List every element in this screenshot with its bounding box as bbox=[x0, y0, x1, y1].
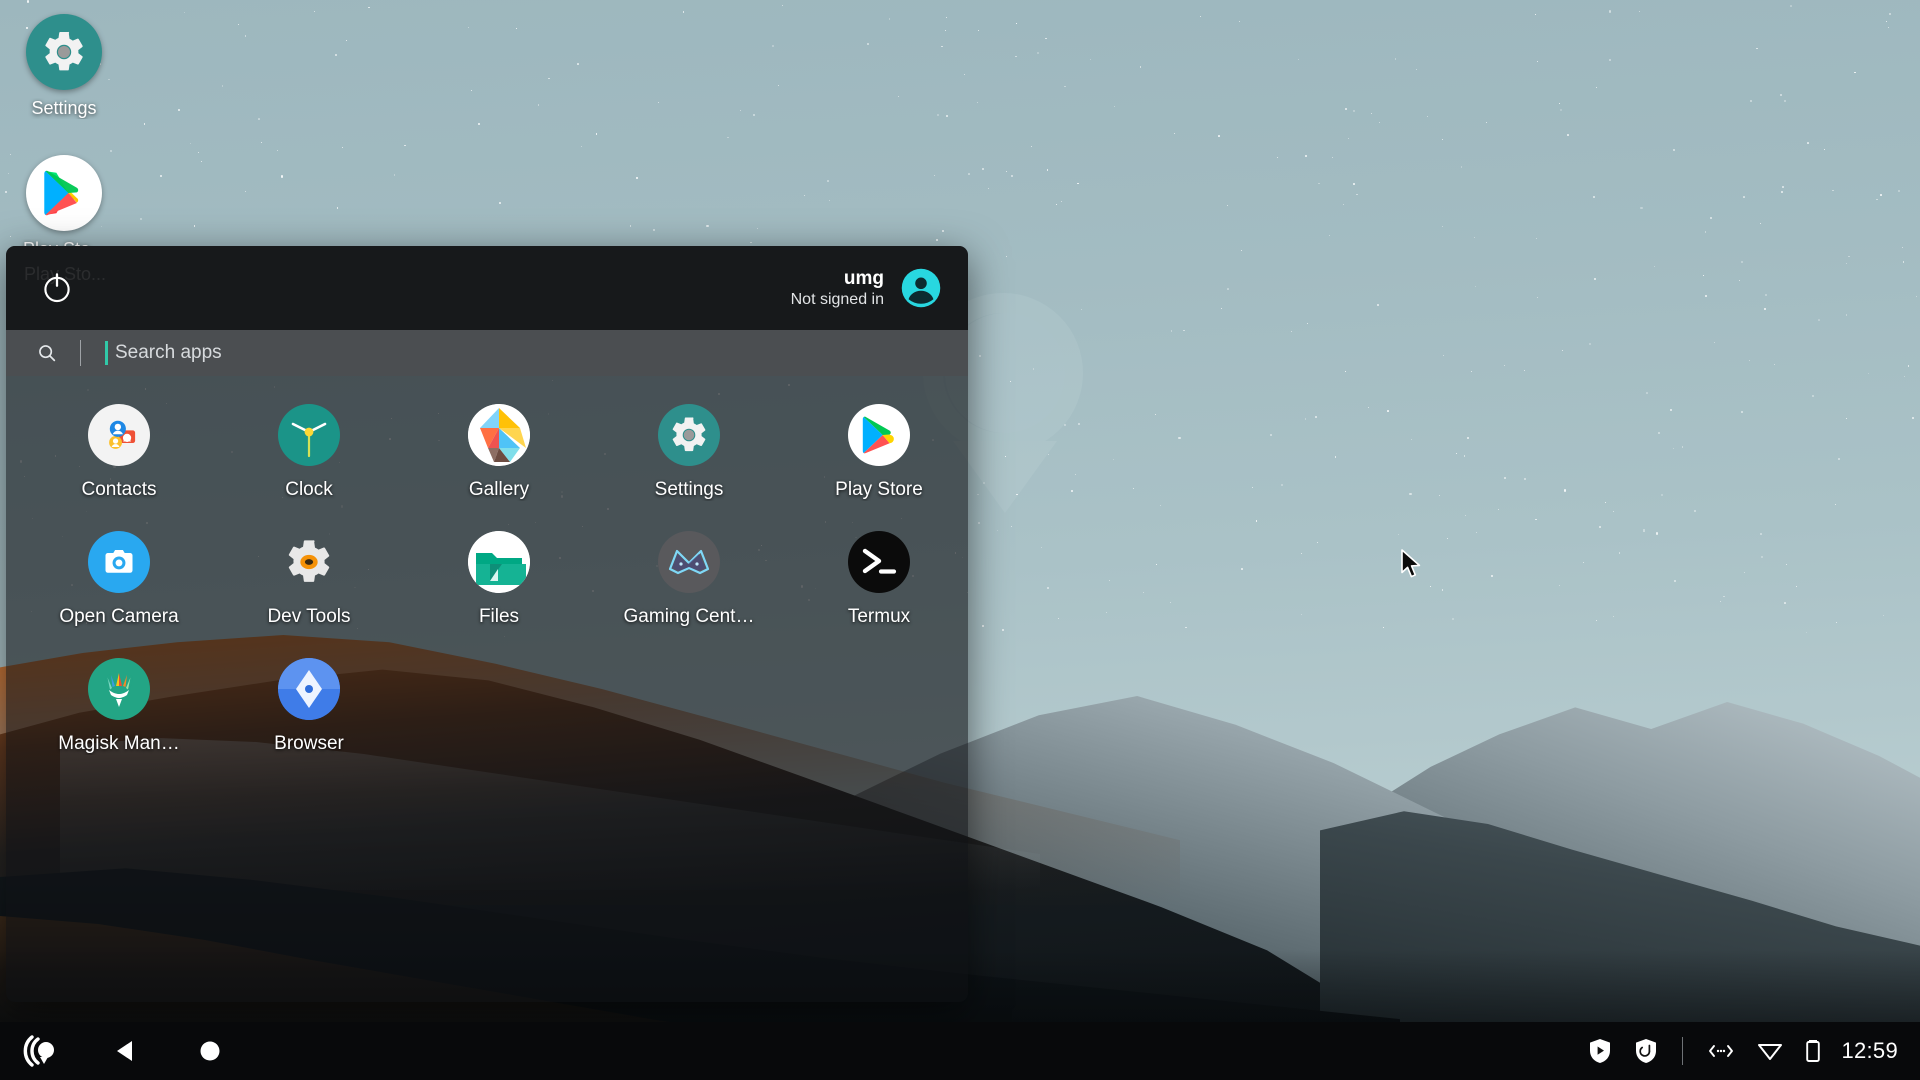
app-item-files[interactable]: Files bbox=[404, 521, 594, 634]
circular-badge-icon[interactable] bbox=[1634, 1038, 1658, 1064]
app-item-termux[interactable]: Termux bbox=[784, 521, 968, 634]
screen: Settings Play Sto... Play Sto... bbox=[0, 0, 1920, 1080]
app-grid: Contacts Clock bbox=[6, 394, 968, 761]
settings-gear-icon bbox=[658, 404, 720, 466]
desktop-icon-label: Settings bbox=[0, 98, 128, 119]
home-circle-icon[interactable] bbox=[186, 1027, 234, 1075]
account-name: umg bbox=[791, 267, 884, 290]
search-input[interactable]: Search apps bbox=[115, 342, 222, 364]
app-label: Clock bbox=[218, 479, 400, 501]
search-bar[interactable]: Search apps bbox=[6, 330, 968, 376]
app-label: Settings bbox=[598, 479, 780, 501]
power-icon[interactable] bbox=[34, 265, 80, 311]
account-avatar-icon[interactable] bbox=[900, 267, 942, 309]
search-divider bbox=[80, 340, 81, 366]
play-store-icon bbox=[26, 155, 102, 231]
app-item-dev-tools[interactable]: Dev Tools bbox=[214, 521, 404, 634]
taskbar-nav-buttons bbox=[18, 1027, 234, 1075]
taskbar-status-area: 12:59 bbox=[1588, 1037, 1898, 1065]
desktop-icon-play-store[interactable]: Play Sto... bbox=[0, 155, 128, 260]
app-label: Open Camera bbox=[28, 606, 210, 628]
settings-gear-icon bbox=[26, 14, 102, 90]
account-status: Not signed in bbox=[791, 290, 884, 310]
app-label: Browser bbox=[218, 733, 400, 755]
desktop-icon-settings[interactable]: Settings bbox=[0, 14, 128, 119]
notification-icons bbox=[1588, 1038, 1658, 1064]
app-label: Gaming Cent… bbox=[598, 606, 780, 628]
back-triangle-icon[interactable] bbox=[102, 1027, 150, 1075]
magisk-mask-icon bbox=[88, 658, 150, 720]
search-icon bbox=[36, 342, 58, 364]
account-text: umg Not signed in bbox=[791, 267, 884, 310]
dev-tools-gear-icon bbox=[278, 531, 340, 593]
app-label: Contacts bbox=[28, 479, 210, 501]
app-item-open-camera[interactable]: Open Camera bbox=[24, 521, 214, 634]
app-item-gaming-center[interactable]: Gaming Cent… bbox=[594, 521, 784, 634]
status-divider bbox=[1682, 1037, 1683, 1065]
play-store-icon bbox=[848, 404, 910, 466]
app-label: Termux bbox=[788, 606, 968, 628]
taskbar: 12:59 bbox=[0, 1022, 1920, 1080]
clock-icon bbox=[278, 404, 340, 466]
gaming-center-icon bbox=[658, 531, 720, 593]
app-item-gallery[interactable]: Gallery bbox=[404, 394, 594, 507]
app-item-clock[interactable]: Clock bbox=[214, 394, 404, 507]
drawer-body: Contacts Clock bbox=[6, 376, 968, 1002]
gallery-icon bbox=[468, 404, 530, 466]
app-item-browser[interactable]: Browser bbox=[214, 648, 404, 761]
app-item-settings[interactable]: Settings bbox=[594, 394, 784, 507]
app-item-play-store[interactable]: Play Store bbox=[784, 394, 968, 507]
drawer-header: Play Sto... umg Not signed in bbox=[6, 246, 968, 330]
termux-terminal-icon bbox=[848, 531, 910, 593]
app-label: Magisk Man… bbox=[28, 733, 210, 755]
account-area[interactable]: umg Not signed in bbox=[791, 267, 942, 310]
app-drawer-panel: Play Sto... umg Not signed in bbox=[6, 246, 968, 1002]
adb-arrows-icon[interactable] bbox=[1707, 1043, 1735, 1059]
shield-play-icon[interactable] bbox=[1588, 1038, 1612, 1064]
system-status-icons bbox=[1707, 1038, 1821, 1064]
app-label: Files bbox=[408, 606, 590, 628]
search-caret bbox=[105, 341, 108, 365]
launcher-logo-icon[interactable] bbox=[18, 1027, 66, 1075]
contacts-icon bbox=[88, 404, 150, 466]
app-item-magisk-manager[interactable]: Magisk Man… bbox=[24, 648, 214, 761]
files-folder-icon bbox=[468, 531, 530, 593]
wifi-icon[interactable] bbox=[1757, 1040, 1783, 1062]
app-label: Play Store bbox=[788, 479, 968, 501]
battery-icon[interactable] bbox=[1805, 1038, 1821, 1064]
app-item-contacts[interactable]: Contacts bbox=[24, 394, 214, 507]
browser-compass-icon bbox=[278, 658, 340, 720]
app-label: Dev Tools bbox=[218, 606, 400, 628]
app-label: Gallery bbox=[408, 479, 590, 501]
status-clock: 12:59 bbox=[1841, 1038, 1898, 1064]
camera-icon bbox=[88, 531, 150, 593]
